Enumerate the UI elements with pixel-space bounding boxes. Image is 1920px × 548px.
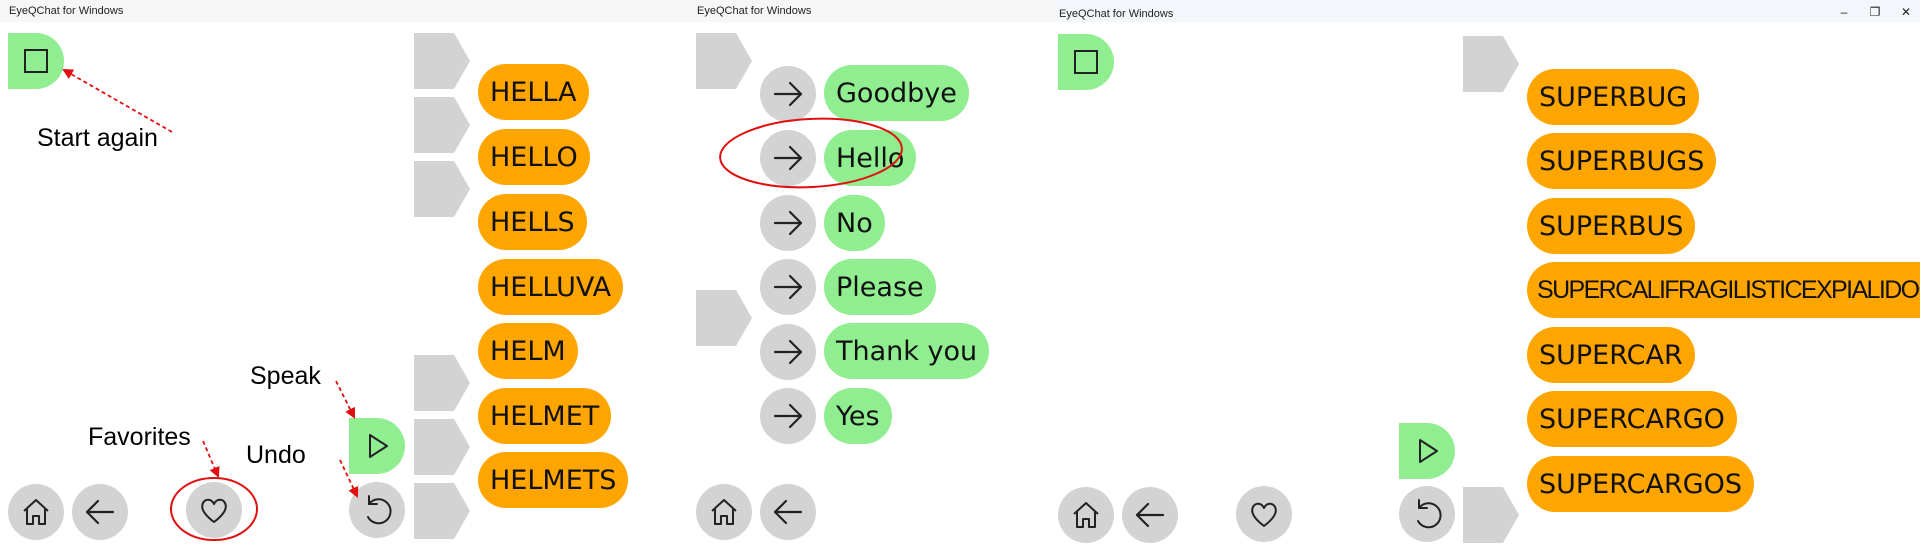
play-icon: [1399, 423, 1455, 479]
arrow-right-icon: [760, 259, 816, 315]
heart-icon: [1236, 486, 1292, 542]
word-suggestion[interactable]: SUPERBUG: [1527, 69, 1700, 125]
annotation-start-again: Start again: [37, 124, 158, 152]
word-suggestion[interactable]: SUPERCARGOS: [1527, 456, 1755, 512]
word-suggestion[interactable]: SUPERCALIFRAGILISTICEXPIALIDOCIOUS: [1527, 262, 1920, 318]
word-suggestion[interactable]: HELMET: [478, 388, 612, 444]
start-again-button[interactable]: [1058, 34, 1114, 90]
window-panel-2: EyeQChat for Windows Goodbye Hello No Pl…: [690, 0, 1056, 548]
chevron-shape-icon[interactable]: [1463, 487, 1519, 543]
undo-button[interactable]: [349, 482, 405, 538]
stop-icon: [8, 33, 64, 89]
home-button[interactable]: [1058, 487, 1114, 543]
phrase-item[interactable]: Please: [824, 259, 936, 315]
phrase-item[interactable]: Goodbye: [824, 65, 969, 121]
home-icon: [8, 484, 64, 540]
window-title: EyeQChat for Windows: [1059, 8, 1174, 20]
word-suggestion[interactable]: HELM: [478, 323, 578, 379]
back-button[interactable]: [760, 484, 816, 540]
undo-icon: [1399, 486, 1455, 542]
back-button[interactable]: [1122, 487, 1178, 543]
phrase-item[interactable]: Hello: [824, 130, 917, 186]
word-suggestion[interactable]: HELLUVA: [478, 259, 624, 315]
title-bar: EyeQChat for Windows: [690, 0, 1056, 22]
favorites-button[interactable]: [186, 482, 242, 538]
chevron-shape-icon[interactable]: [414, 419, 470, 475]
undo-button[interactable]: [1399, 486, 1455, 542]
arrow-right-icon: [760, 324, 816, 380]
chevron-shape-icon[interactable]: [696, 290, 752, 346]
heart-icon: [186, 482, 242, 538]
window-title: EyeQChat for Windows: [9, 5, 124, 17]
phrase-item[interactable]: Thank you: [824, 323, 990, 379]
phrase-item[interactable]: Yes: [824, 388, 892, 444]
annotation-favorites: Favorites: [88, 423, 191, 451]
undo-icon: [349, 482, 405, 538]
home-button[interactable]: [8, 484, 64, 540]
chevron-shape-icon[interactable]: [414, 483, 470, 539]
arrow-right-icon: [760, 130, 816, 186]
annotation-speak: Speak: [250, 362, 321, 390]
word-suggestion[interactable]: SUPERBUS: [1527, 198, 1696, 254]
back-button[interactable]: [72, 484, 128, 540]
arrow-left-icon: [72, 484, 128, 540]
home-icon: [696, 484, 752, 540]
word-suggestion[interactable]: SUPERCARGO: [1527, 391, 1737, 447]
arrow-right-icon: [760, 388, 816, 444]
phrase-go-button[interactable]: [760, 66, 816, 122]
window-title: EyeQChat for Windows: [697, 5, 812, 17]
speak-button[interactable]: [349, 418, 405, 474]
phrase-go-button[interactable]: [760, 388, 816, 444]
window-panel-1: EyeQChat for Windows Start again Speak F…: [0, 0, 690, 548]
stop-icon: [1058, 34, 1114, 90]
arrow-right-icon: [760, 66, 816, 122]
title-bar: EyeQChat for Windows: [0, 0, 690, 22]
speak-button[interactable]: [1399, 423, 1455, 479]
word-suggestion[interactable]: HELLO: [478, 129, 590, 185]
arrow-left-icon: [760, 484, 816, 540]
home-button[interactable]: [696, 484, 752, 540]
phrase-go-button[interactable]: [760, 259, 816, 315]
minimize-button[interactable]: –: [1830, 3, 1858, 21]
word-suggestion[interactable]: SUPERCAR: [1527, 327, 1695, 383]
start-again-button[interactable]: [8, 33, 64, 89]
chevron-shape-icon[interactable]: [1463, 36, 1519, 92]
word-suggestion[interactable]: HELLA: [478, 64, 589, 120]
arrow-left-icon: [1122, 487, 1178, 543]
annotation-undo: Undo: [246, 441, 306, 469]
chevron-shape-icon[interactable]: [414, 97, 470, 153]
restore-button[interactable]: ❐: [1861, 3, 1889, 21]
play-icon: [349, 418, 405, 474]
phrase-go-button[interactable]: [760, 324, 816, 380]
home-icon: [1058, 487, 1114, 543]
close-button[interactable]: ✕: [1892, 3, 1920, 21]
chevron-shape-icon[interactable]: [414, 355, 470, 411]
phrase-item[interactable]: No: [824, 195, 885, 251]
word-suggestion[interactable]: HELMETS: [478, 452, 629, 508]
window-panel-3: EyeQChat for Windows – ❐ ✕ SUPERBUG SUPE…: [1056, 0, 1920, 548]
title-bar: EyeQChat for Windows – ❐ ✕: [1056, 0, 1920, 22]
word-suggestion[interactable]: SUPERBUGS: [1527, 133, 1717, 189]
favorites-button[interactable]: [1236, 486, 1292, 542]
chevron-shape-icon[interactable]: [414, 33, 470, 89]
chevron-shape-icon[interactable]: [414, 161, 470, 217]
chevron-shape-icon[interactable]: [696, 33, 752, 89]
phrase-go-button[interactable]: [760, 195, 816, 251]
word-suggestion[interactable]: HELLS: [478, 194, 587, 250]
phrase-go-button[interactable]: [760, 130, 816, 186]
arrow-right-icon: [760, 195, 816, 251]
